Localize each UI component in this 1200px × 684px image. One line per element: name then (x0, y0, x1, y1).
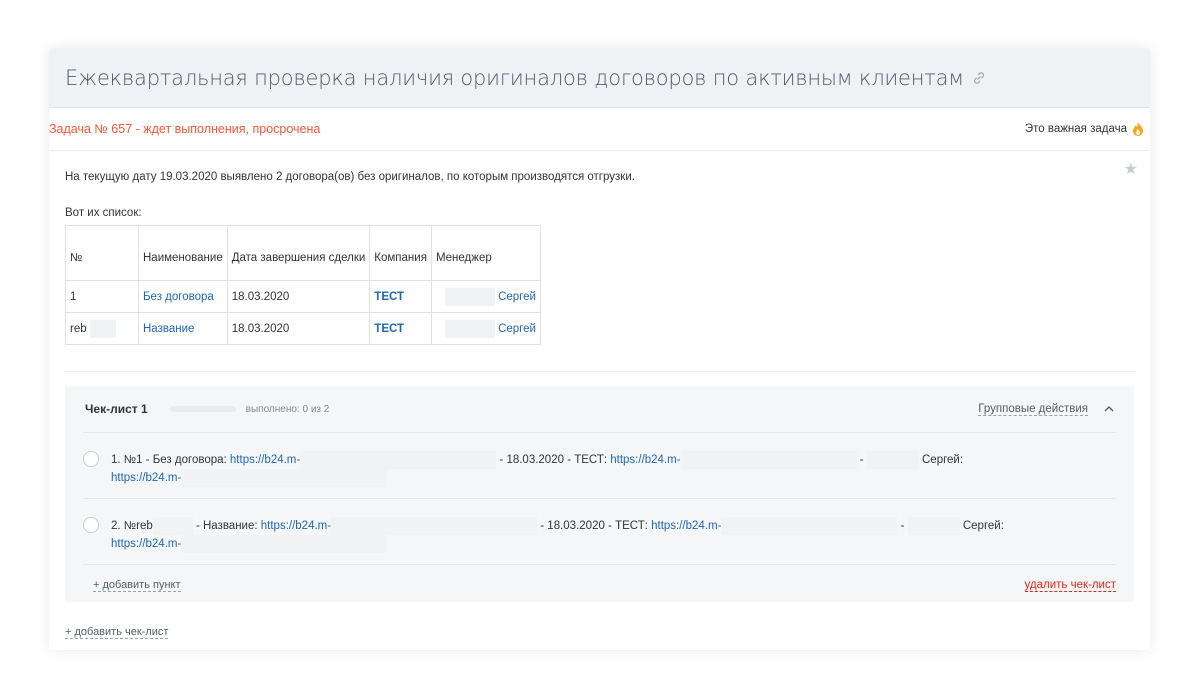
manager-link[interactable]: Сергей (498, 323, 536, 335)
chevron-up-icon[interactable] (1104, 402, 1114, 416)
item-text: 2. №reb (111, 520, 153, 533)
item-link[interactable]: https://b24.m- (111, 472, 181, 484)
checklist-progress: выполнено: 0 из 2 (245, 403, 330, 415)
redacted (89, 319, 116, 338)
table-header: Менеджер (430, 225, 541, 281)
task-body: ★ На текущую дату 19.03.2020 выявлено 2 … (49, 151, 1150, 602)
contracts-table: № Наименование Дата завершения сделки Ко… (65, 225, 541, 345)
checklist-item-text: 2. №reb - Название: https://b24.m- - 18.… (83, 517, 1116, 553)
redacted (152, 517, 193, 535)
redacted (331, 517, 538, 535)
item-link[interactable]: https://b24.m- (111, 538, 181, 550)
item-text: 1. №1 - Без договора: (111, 454, 230, 467)
deal-link[interactable]: Без договора (143, 291, 214, 303)
checklist-item: 2. №reb - Название: https://b24.m- - 18.… (83, 498, 1116, 564)
checklist-footer: + добавить пункт удалить чек-лист (83, 564, 1116, 605)
task-status-row: Задача № 657 - ждет выполнения, просроче… (49, 108, 1150, 151)
company-link[interactable]: ТЕСТ (374, 291, 404, 303)
checklist-title[interactable]: Чек-лист 1 (85, 402, 148, 416)
item-text: Сергей: (922, 454, 964, 467)
checklist-progress-bar (169, 406, 236, 412)
task-title-bar: Ежеквартальная проверка наличия оригинал… (49, 48, 1150, 108)
item-link[interactable]: https://b24.m- (230, 454, 300, 466)
checkbox-circle[interactable] (83, 451, 99, 467)
checklist-item: 1. №1 - Без договора: https://b24.m- - 1… (83, 432, 1116, 498)
redacted (444, 319, 495, 338)
redacted (444, 287, 495, 306)
add-checklist-button[interactable]: + добавить чек-лист (65, 626, 169, 639)
redacted (866, 451, 919, 469)
task-description: На текущую дату 19.03.2020 выявлено 2 до… (65, 171, 635, 183)
table-header-row: № Наименование Дата завершения сделки Ко… (65, 225, 541, 281)
redacted (181, 535, 388, 553)
table-header: Дата завершения сделки (226, 225, 371, 281)
redacted (181, 469, 388, 487)
table-row: reb Название 18.03.2020 ТЕСТ Сергей (65, 312, 541, 345)
cell-date: 18.03.2020 (226, 280, 371, 313)
list-heading: Вот их список: (65, 207, 142, 219)
redacted (721, 517, 898, 535)
item-text: - 18.03.2020 - ТЕСТ: (496, 454, 611, 467)
cell-num: 1 (65, 280, 139, 313)
star-icon[interactable]: ★ (1124, 159, 1138, 179)
item-link[interactable]: https://b24.m- (610, 454, 680, 466)
company-link[interactable]: ТЕСТ (374, 323, 404, 335)
important-label: Это важная задача (1024, 123, 1127, 135)
link-icon[interactable] (972, 71, 986, 85)
manager-link[interactable]: Сергей (498, 291, 536, 303)
fire-icon (1132, 122, 1144, 136)
redacted (907, 517, 960, 535)
item-text: - (897, 520, 908, 533)
checklist-item-text: 1. №1 - Без договора: https://b24.m- - 1… (83, 451, 1116, 487)
cell-date: 18.03.2020 (226, 312, 371, 345)
item-text: Сергей: (962, 520, 1004, 533)
add-item-button[interactable]: + добавить пункт (93, 579, 181, 592)
item-text: - Название: (192, 520, 261, 533)
checklist: Чек-лист 1 выполнено: 0 из 2 Групповые д… (65, 386, 1134, 602)
table-row: 1 Без договора 18.03.2020 ТЕСТ Сергей (65, 280, 541, 313)
item-link[interactable]: https://b24.m- (651, 520, 721, 532)
important-flag[interactable]: Это важная задача (1025, 122, 1144, 136)
redacted (680, 451, 857, 469)
task-status: Задача № 657 - ждет выполнения, просроче… (49, 122, 321, 136)
table-header: Компания (369, 225, 432, 281)
table-header: Наименование (138, 225, 228, 281)
delete-checklist-button[interactable]: удалить чек-лист (1024, 579, 1116, 592)
group-actions-button[interactable]: Групповые действия (978, 403, 1088, 416)
redacted (300, 451, 497, 469)
cell-num: reb (70, 322, 87, 335)
task-card: Ежеквартальная проверка наличия оригинал… (49, 48, 1150, 650)
deal-link[interactable]: Название (143, 323, 194, 335)
item-link[interactable]: https://b24.m- (261, 520, 331, 532)
checkbox-circle[interactable] (83, 517, 99, 533)
task-title: Ежеквартальная проверка наличия оригинал… (65, 65, 964, 90)
divider (65, 371, 1134, 372)
item-text: - (856, 454, 867, 467)
table-header: № (65, 225, 139, 281)
item-text: - 18.03.2020 - ТЕСТ: (537, 520, 652, 533)
checklist-header: Чек-лист 1 выполнено: 0 из 2 Групповые д… (65, 386, 1134, 432)
